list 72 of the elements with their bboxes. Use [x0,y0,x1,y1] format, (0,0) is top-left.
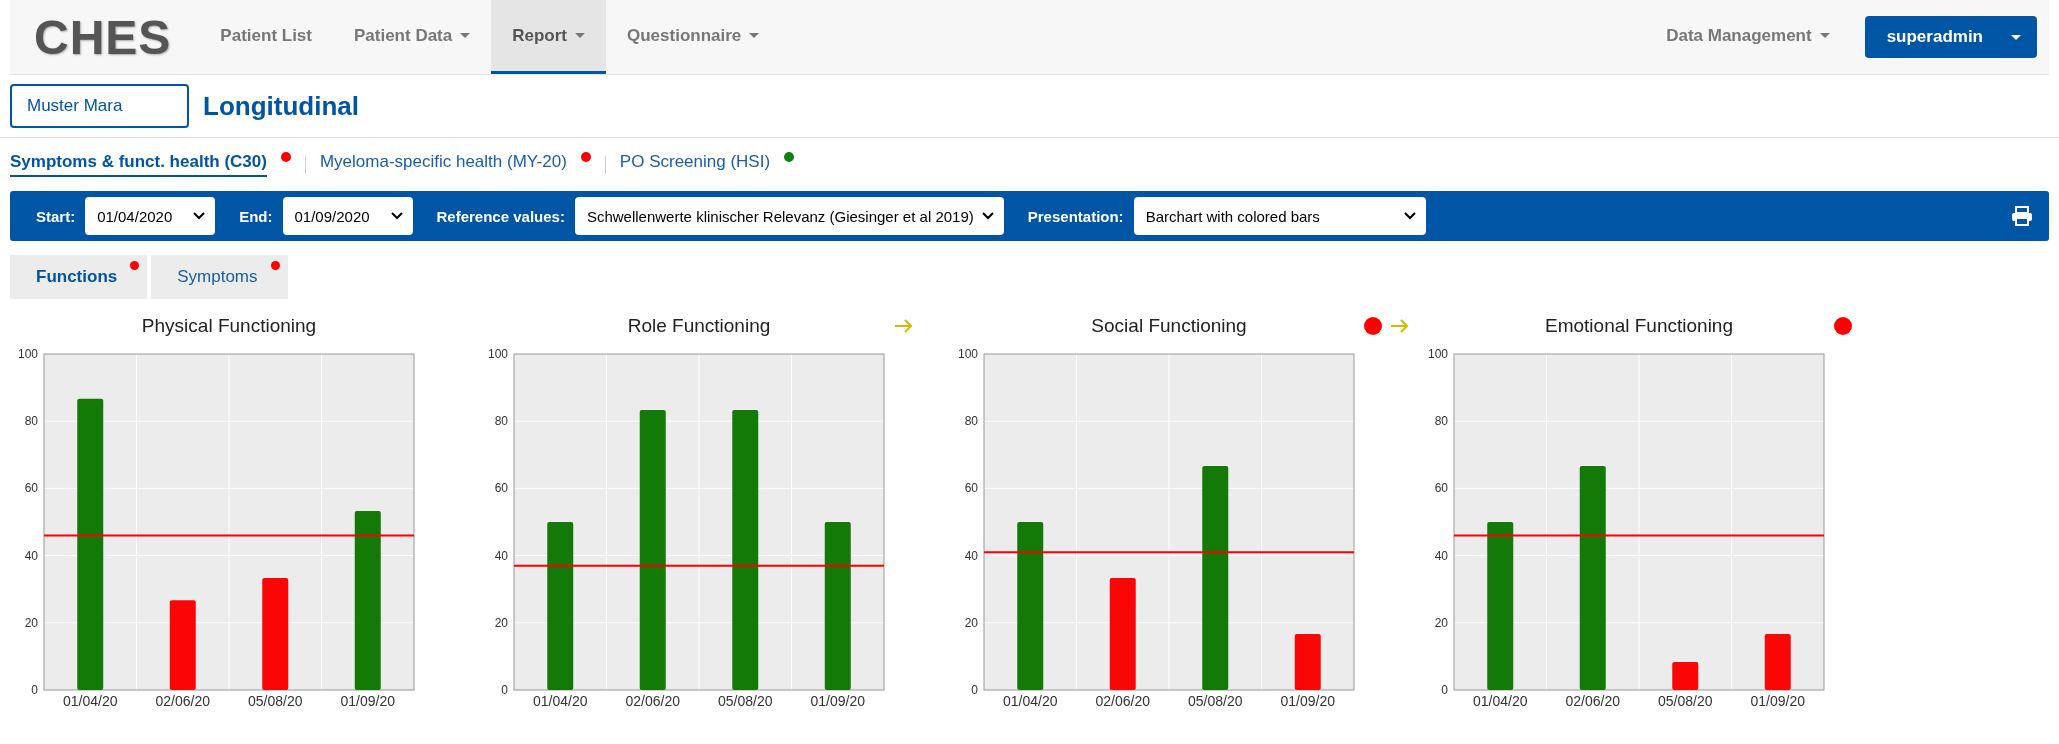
chart-title: Role Functioning [626,315,772,337]
print-icon[interactable] [2011,206,2033,226]
axis-tick-label: 60 [964,481,978,496]
filter-label: End: [239,207,273,225]
questionnaire-tab[interactable]: PO Screening (HSI) [619,152,771,177]
axis-tick-label: 01/09/20 [1280,693,1335,709]
nav-item[interactable]: Report [491,0,606,74]
chart-title: Physical Functioning [140,315,318,337]
axis-tick-label: 01/04/20 [533,693,588,709]
axis-tick-label: 01/09/20 [1750,693,1805,709]
axis-tick-label: 40 [494,548,508,563]
axis-tick-label: 0 [501,683,508,697]
axis-tick-label: 60 [1434,481,1448,496]
axis-tick-label: 80 [1434,414,1448,429]
user-menu-button[interactable]: superadmin [1864,16,2037,58]
axis-tick-label: 60 [24,481,38,496]
category-tab[interactable]: Symptoms [151,255,288,299]
filter-label: Presentation: [1027,207,1124,225]
axis-tick-label: 100 [1427,347,1448,361]
axis-tick-label: 02/06/20 [1565,693,1620,709]
axis-tick-label: 01/04/20 [1473,693,1528,709]
axis-tick-label: 40 [24,548,38,563]
axis-tick-label: 100 [17,347,38,361]
axis-tick-label: 60 [494,481,508,496]
axis-tick-label: 01/09/20 [340,693,395,709]
axis-tick-label: 01/04/20 [63,693,118,709]
chevron-icon [981,212,994,220]
axis-tick-label: 20 [24,615,38,630]
axis-tick-label: 80 [494,414,508,429]
axis-tick-label: 05/08/20 [248,693,303,709]
axis-tick-label: 80 [24,414,38,429]
questionnaire-tab[interactable]: Myeloma-specific health (MY-20) [319,152,567,177]
axis-tick-label: 20 [964,615,978,630]
chart-title: Social Functioning [1090,315,1248,337]
patient-field[interactable]: Muster Mara [10,84,189,128]
filter-label: Reference values: [436,207,565,225]
axis-tick-label: 40 [964,548,978,563]
axis-tick-label: 05/08/20 [1658,693,1713,709]
axis-tick-label: 20 [494,615,508,630]
axis-tick-label: 0 [1441,683,1448,697]
nav-item[interactable]: Questionnaire [606,0,781,74]
chevron-icon [390,212,403,220]
axis-tick-label: 02/06/20 [625,693,680,709]
axis-tick-label: 02/06/20 [1095,693,1150,709]
axis-tick-label: 0 [971,683,978,697]
chart-title: Emotional Functioning [1544,315,1734,337]
questionnaire-tab[interactable]: Symptoms & funct. health (C30) [10,152,267,177]
filter-select[interactable]: Barchart with colored bars [1133,197,1426,235]
axis-tick-label: 01/04/20 [1003,693,1058,709]
category-tab[interactable]: Functions [10,255,148,299]
axis-tick-label: 0 [31,683,38,697]
axis-tick-label: 20 [1434,615,1448,630]
axis-tick-label: 100 [487,347,508,361]
axis-tick-label: 05/08/20 [718,693,773,709]
filter-select[interactable]: 01/04/2020 [85,197,216,235]
axis-tick-label: 05/08/20 [1188,693,1243,709]
nav-item[interactable]: Patient Data [333,0,492,74]
axis-tick-label: 02/06/20 [155,693,210,709]
chevron-icon [1403,212,1416,220]
axis-tick-label: 80 [964,414,978,429]
page-title: Longitudinal [203,90,359,122]
logo[interactable]: CHES [10,9,200,65]
axis-tick-label: 40 [1434,548,1448,563]
filter-label: Start: [36,207,76,225]
nav-item[interactable]: Data Management [1645,0,1851,74]
filter-select[interactable]: Schwellenwerte klinischer Relevanz (Giesinger et al 2019) [574,197,1004,235]
axis-tick-label: 100 [957,347,978,361]
axis-tick-label: 01/09/20 [810,693,865,709]
nav-item[interactable]: Patient List [199,0,333,74]
bar [1672,662,1699,690]
filter-select[interactable]: 01/09/2020 [282,197,413,235]
chevron-icon [193,212,206,220]
